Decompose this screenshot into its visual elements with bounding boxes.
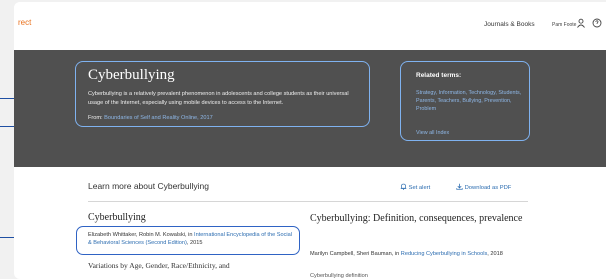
article-authors: Marilyn Campbell, Sheri Bauman, in — [310, 251, 400, 257]
from-label: From: — [88, 115, 103, 121]
view-all-index-link[interactable]: View all Index — [416, 130, 449, 136]
source-link[interactable]: Boundaries of Self and Reality Online, 2… — [104, 115, 213, 121]
article-citation: Marilyn Campbell, Sheri Bauman, in Reduc… — [310, 250, 530, 258]
set-alert-label: Set alert — [408, 185, 431, 191]
set-alert-button[interactable]: Set alert — [400, 183, 430, 191]
article-subheading: Variations by Age, Gender, Race/Ethnicit… — [88, 261, 230, 270]
bell-icon — [400, 183, 407, 190]
related-terms-heading: Related terms: — [416, 72, 462, 79]
topic-hero: Cyberbullying Cyberbullying is a relativ… — [14, 50, 606, 167]
topic-definition: Cyberbullying is a relatively prevalent … — [88, 91, 349, 106]
article-source-link[interactable]: Reducing Cyberbullying in Schools — [401, 251, 487, 257]
article-year: , 2015 — [186, 240, 203, 247]
page-title: Cyberbullying — [88, 67, 175, 83]
article-title[interactable]: Cyberbullying: Definition, consequences,… — [310, 213, 540, 225]
definition-source: From: Boundaries of Self and Reality Onl… — [88, 115, 213, 121]
help-icon[interactable] — [592, 18, 602, 28]
top-bar: rect Journals & Books Pam Foote — [14, 2, 606, 46]
download-label: Download as PDF — [464, 185, 512, 191]
learn-more-heading: Learn more about Cyberbullying — [88, 181, 209, 191]
article-citation: Elizabeth Whittaker, Robin M. Kowalski, … — [88, 231, 294, 247]
user-name[interactable]: Pam Foote — [552, 22, 576, 28]
article-title[interactable]: Cyberbullying — [88, 212, 146, 223]
related-terms-links[interactable]: Strategy, Information, Technology, Stude… — [416, 89, 528, 113]
journals-books-link[interactable]: Journals & Books — [484, 21, 535, 28]
article-year: , 2018 — [487, 251, 503, 257]
section-divider — [88, 201, 528, 202]
site-logo[interactable]: rect — [18, 18, 31, 27]
download-icon — [456, 183, 463, 190]
page-card: rect Journals & Books Pam Foote Cyberbul… — [14, 2, 606, 279]
user-icon[interactable] — [576, 18, 586, 28]
article-authors: Elizabeth Whittaker, Robin M. Kowalski, … — [88, 232, 193, 238]
article-subheading: Cyberbullying definition — [310, 273, 368, 279]
download-pdf-button[interactable]: Download as PDF — [456, 183, 511, 191]
